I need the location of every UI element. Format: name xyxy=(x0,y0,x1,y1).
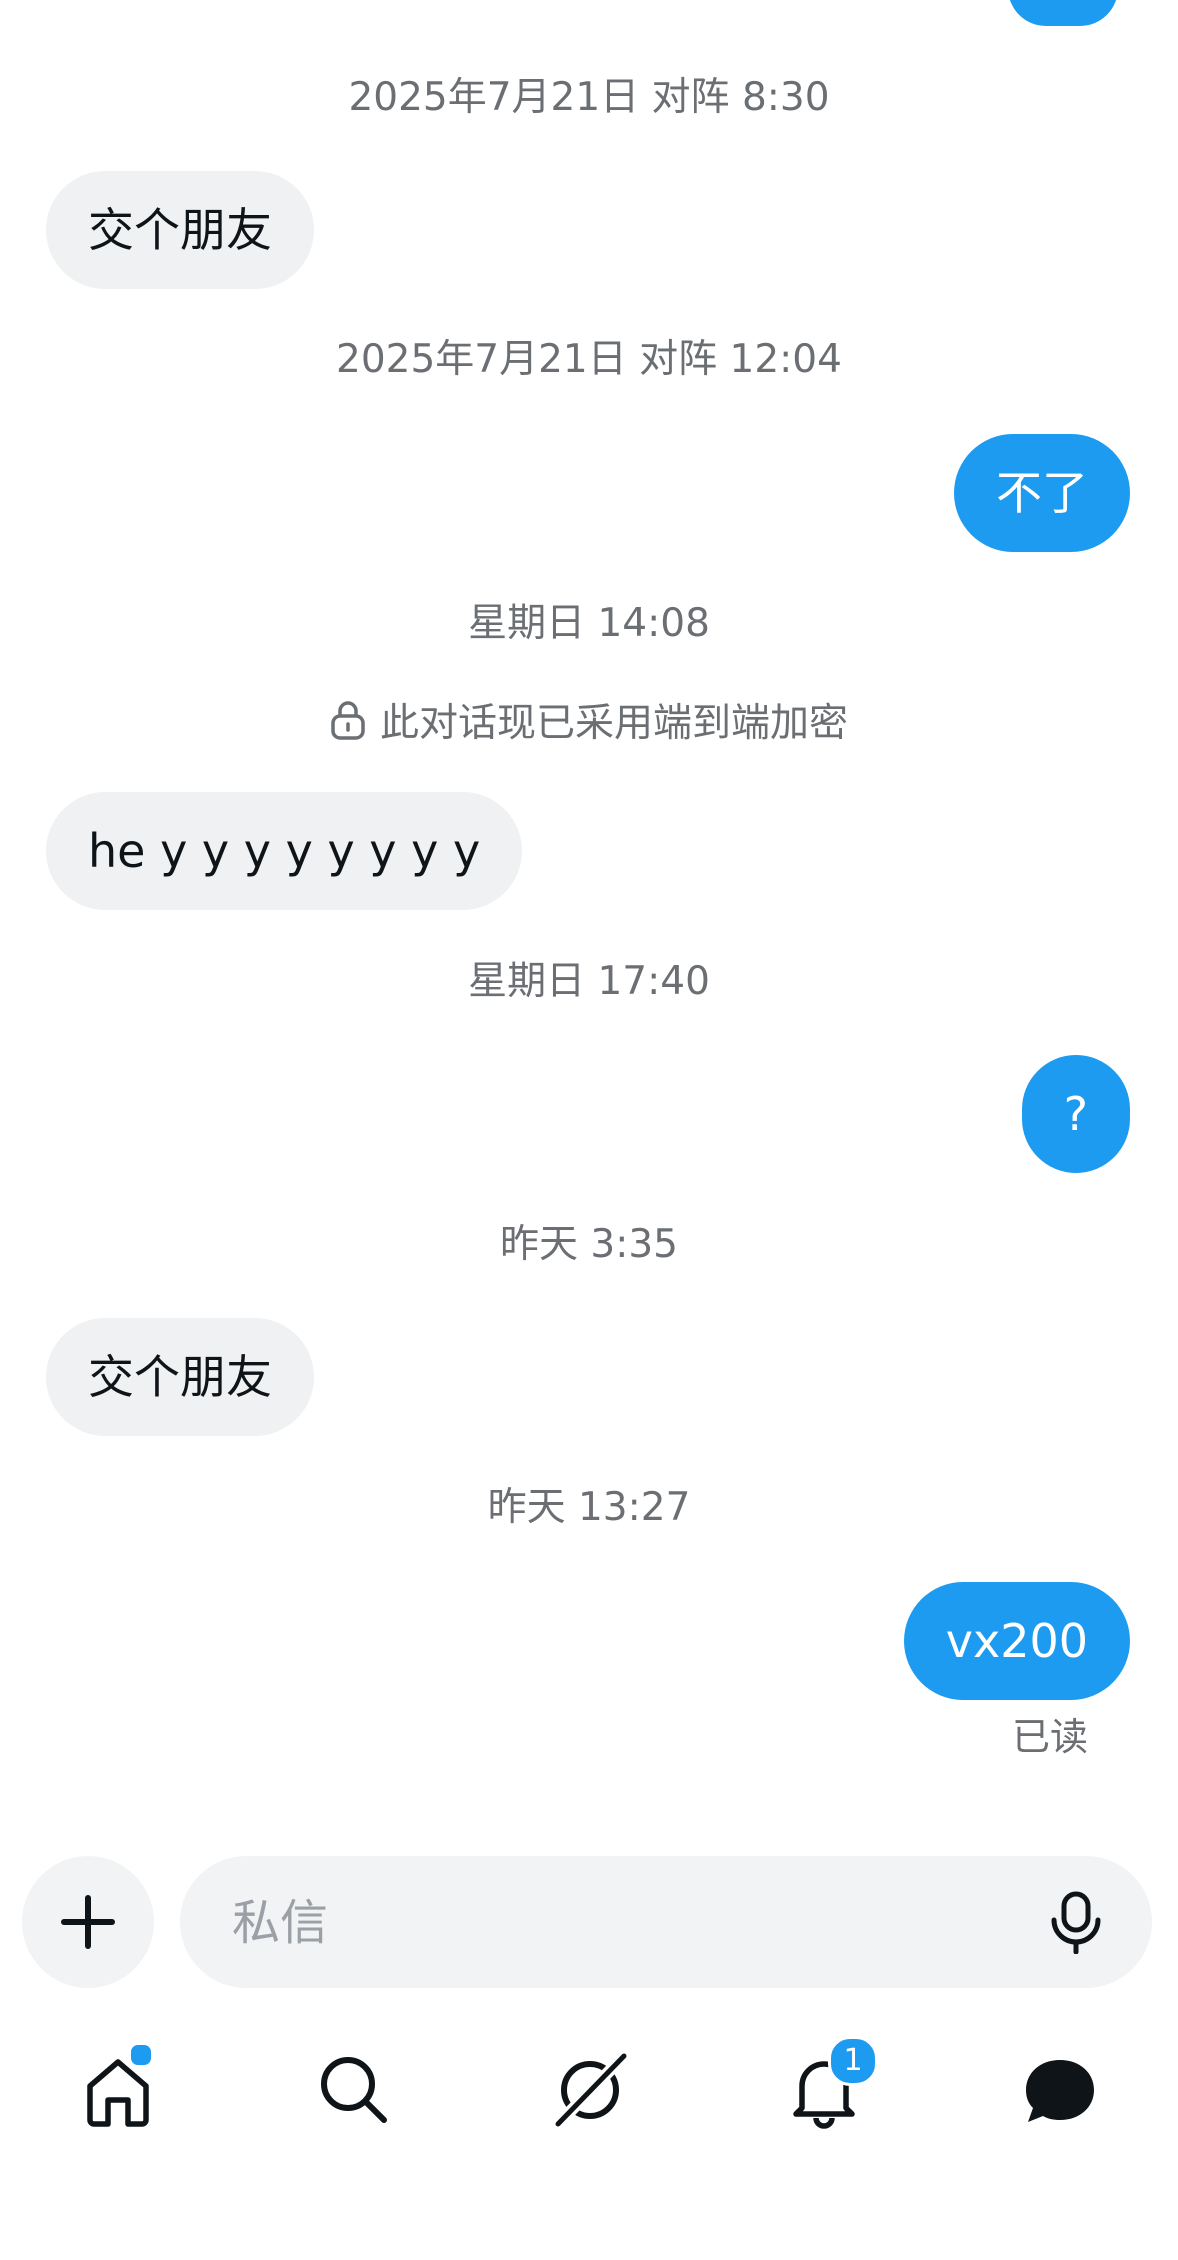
add-attachment-button[interactable] xyxy=(22,1856,154,1988)
incoming-message-bubble[interactable]: 交个朋友 xyxy=(46,171,314,289)
message-timestamp: 昨天 13:27 xyxy=(487,1485,691,1530)
message-composer xyxy=(180,1856,1152,1990)
outgoing-message-bubble[interactable]: vx200 xyxy=(903,1582,1130,1700)
notification-dot xyxy=(128,2042,154,2068)
message-input[interactable] xyxy=(230,1856,994,1990)
outgoing-message-bubble[interactable]: 不了 xyxy=(954,434,1130,552)
message-timestamp: 2025年7月21日 对阵 8:30 xyxy=(348,75,830,120)
previous-outgoing-bubble[interactable] xyxy=(1008,0,1118,26)
notification-badge: 1 xyxy=(828,2036,878,2086)
plus-icon xyxy=(61,1895,115,1949)
nav-grok[interactable] xyxy=(550,2050,630,2130)
outgoing-message-bubble[interactable]: ? xyxy=(1021,1055,1130,1173)
read-receipt: 已读 xyxy=(1011,1715,1088,1759)
message-timestamp: 星期日 17:40 xyxy=(468,959,710,1004)
lock-icon xyxy=(331,701,365,740)
nav-home[interactable] xyxy=(78,2042,158,2130)
message-timestamp: 星期日 14:08 xyxy=(468,601,710,646)
incoming-message-bubble[interactable]: 交个朋友 xyxy=(46,1318,314,1436)
microphone-icon[interactable] xyxy=(1044,1890,1108,1954)
nav-messages[interactable] xyxy=(1020,2050,1100,2130)
encryption-notice: 此对话现已采用端到端加密 xyxy=(0,694,1178,746)
message-timestamp: 昨天 3:35 xyxy=(500,1222,678,1267)
incoming-message-bubble[interactable]: he y y y y y y y y xyxy=(46,792,523,910)
message-timestamp: 2025年7月21日 对阵 12:04 xyxy=(336,337,842,382)
nav-search[interactable] xyxy=(314,2050,394,2130)
grok-icon xyxy=(555,2053,627,2127)
nav-notifications[interactable]: 1 xyxy=(784,2036,878,2130)
search-icon xyxy=(321,2057,387,2123)
encryption-notice-text: 此对话现已采用端到端加密 xyxy=(379,701,848,746)
bottom-navigation: 1 xyxy=(0,2020,1178,2160)
messages-icon xyxy=(1026,2060,1094,2122)
